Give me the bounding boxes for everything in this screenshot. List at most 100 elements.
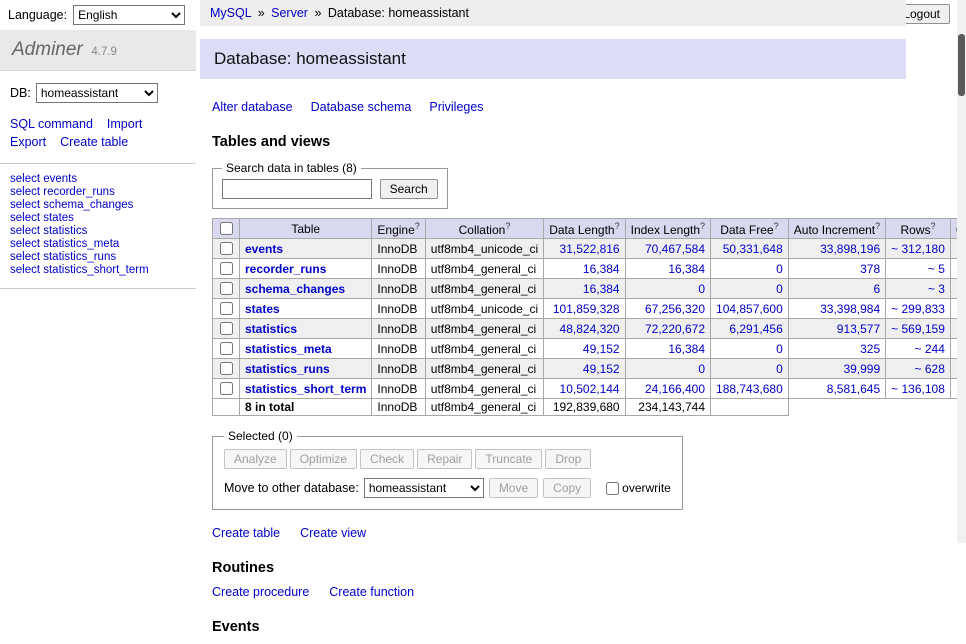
collation-cell: utf8mb4_general_ci [425, 379, 543, 399]
column-header: Auto Increment? [788, 219, 885, 239]
sidebar-action-link[interactable]: Create table [60, 135, 128, 149]
table-name-link[interactable]: statistics [245, 322, 297, 336]
app-version: 4.7.9 [91, 46, 117, 58]
index-length-cell: 72,220,672 [625, 319, 710, 339]
search-input[interactable] [222, 179, 372, 199]
help-icon[interactable]: ? [774, 221, 779, 231]
db-nav-link[interactable]: Database schema [311, 100, 412, 114]
sidebar-table-link[interactable]: select events [10, 173, 186, 186]
overwrite-checkbox[interactable] [606, 482, 619, 495]
row-checkbox[interactable] [220, 302, 233, 315]
db-label: DB: [10, 86, 31, 100]
rows-cell: ~ 299,833 [886, 299, 951, 319]
row-checkbox[interactable] [220, 262, 233, 275]
selected-action-button: Truncate [475, 449, 542, 469]
help-icon[interactable]: ? [875, 221, 880, 231]
sidebar-table-link[interactable]: select states [10, 212, 186, 225]
help-icon[interactable]: ? [700, 221, 705, 231]
engine-cell: InnoDB [372, 279, 425, 299]
sidebar-table-link[interactable]: select statistics_meta [10, 238, 186, 251]
tables-heading: Tables and views [212, 134, 906, 150]
data-length-cell: 48,824,320 [544, 319, 625, 339]
data-free-cell: 0 [711, 279, 789, 299]
sidebar: Adminer 4.7.9 DB:homeassistant SQL comma… [0, 30, 196, 289]
data-free-cell: 0 [711, 359, 789, 379]
rows-cell: ~ 569,159 [886, 319, 951, 339]
rows-cell: ~ 5 [886, 259, 951, 279]
table-name-link[interactable]: states [245, 302, 280, 316]
help-icon[interactable]: ? [415, 221, 420, 231]
selected-fieldset: Selected (0) AnalyzeOptimizeCheckRepairT… [212, 429, 683, 510]
data-length-cell: 49,152 [544, 359, 625, 379]
row-checkbox[interactable] [220, 322, 233, 335]
scrollbar-thumb[interactable] [958, 34, 965, 96]
language-label: Language: [8, 8, 67, 22]
sidebar-table-link[interactable]: select recorder_runs [10, 186, 186, 199]
data-length-cell: 16,384 [544, 259, 625, 279]
create-link[interactable]: Create view [300, 526, 366, 540]
table-name-link[interactable]: schema_changes [245, 282, 345, 296]
engine-cell: InnoDB [372, 359, 425, 379]
table-name-link[interactable]: statistics_short_term [245, 382, 366, 396]
row-checkbox[interactable] [220, 382, 233, 395]
data-free-cell: 0 [711, 259, 789, 279]
column-header: Rows? [886, 219, 951, 239]
db-nav-link[interactable]: Privileges [429, 100, 483, 114]
help-icon[interactable]: ? [931, 221, 936, 231]
select-all-checkbox[interactable] [220, 222, 233, 235]
help-icon[interactable]: ? [505, 221, 510, 231]
table-row: statistics_runs InnoDB utf8mb4_general_c… [213, 359, 966, 379]
row-checkbox[interactable] [220, 282, 233, 295]
selected-action-button: Repair [417, 449, 472, 469]
table-row: schema_changes InnoDB utf8mb4_general_ci… [213, 279, 966, 299]
row-checkbox[interactable] [220, 342, 233, 355]
sidebar-action-link[interactable]: Export [10, 135, 46, 149]
sidebar-table-link[interactable]: select statistics [10, 225, 186, 238]
create-link[interactable]: Create table [212, 526, 280, 540]
help-icon[interactable]: ? [615, 221, 620, 231]
sidebar-action-link[interactable]: Import [107, 117, 142, 131]
collation-cell: utf8mb4_general_ci [425, 319, 543, 339]
engine-cell: InnoDB [372, 339, 425, 359]
rows-cell: ~ 136,108 [886, 379, 951, 399]
language-select[interactable]: English [73, 5, 185, 25]
db-nav-link[interactable]: Alter database [212, 100, 293, 114]
tables-table: TableEngine?Collation?Data Length?Index … [212, 218, 966, 416]
table-name-link[interactable]: recorder_runs [245, 262, 326, 276]
move-button: Move [489, 478, 538, 498]
index-length-cell: 24,166,400 [625, 379, 710, 399]
routine-create-link[interactable]: Create function [329, 585, 414, 599]
search-button[interactable]: Search [380, 179, 438, 199]
data-length-cell: 16,384 [544, 279, 625, 299]
row-checkbox[interactable] [220, 242, 233, 255]
breadcrumb-current: Database: homeassistant [328, 6, 469, 20]
sidebar-table-list: select eventsselect recorder_runsselect … [0, 164, 196, 289]
sidebar-action-link[interactable]: SQL command [10, 117, 93, 131]
table-name-link[interactable]: statistics_runs [245, 362, 330, 376]
auto-increment-cell: 33,398,984 [788, 299, 885, 319]
move-db-select[interactable]: homeassistant [364, 478, 484, 498]
index-length-cell: 16,384 [625, 259, 710, 279]
collation-cell: utf8mb4_general_ci [425, 359, 543, 379]
table-row: states InnoDB utf8mb4_unicode_ci 101,859… [213, 299, 966, 319]
sidebar-table-link[interactable]: select statistics_runs [10, 251, 186, 264]
db-select[interactable]: homeassistant [36, 83, 158, 103]
scrollbar[interactable] [957, 0, 966, 543]
table-row: statistics_meta InnoDB utf8mb4_general_c… [213, 339, 966, 359]
table-name-link[interactable]: events [245, 242, 283, 256]
auto-increment-cell: 6 [788, 279, 885, 299]
sidebar-table-link[interactable]: select statistics_short_term [10, 264, 186, 277]
sidebar-table-link[interactable]: select schema_changes [10, 199, 186, 212]
table-row: statistics_short_term InnoDB utf8mb4_gen… [213, 379, 966, 399]
table-name-link[interactable]: statistics_meta [245, 342, 332, 356]
collation-cell: utf8mb4_unicode_ci [425, 239, 543, 259]
index-length-cell: 0 [625, 279, 710, 299]
data-free-cell: 188,743,680 [711, 379, 789, 399]
routine-create-link[interactable]: Create procedure [212, 585, 309, 599]
breadcrumb-link-server[interactable]: Server [271, 6, 308, 20]
breadcrumb-link-mysql[interactable]: MySQL [210, 6, 251, 20]
engine-cell: InnoDB [372, 299, 425, 319]
column-header: Table [240, 219, 372, 239]
rows-cell: ~ 3 [886, 279, 951, 299]
row-checkbox[interactable] [220, 362, 233, 375]
